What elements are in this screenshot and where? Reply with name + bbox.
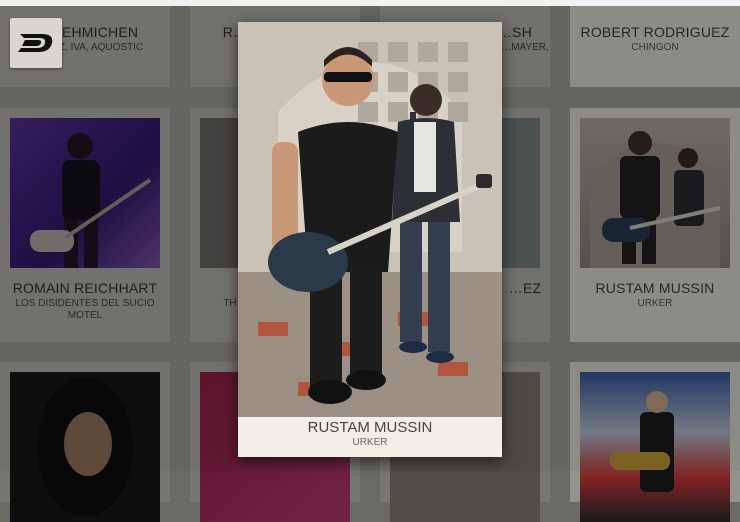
modal-photo-art xyxy=(238,22,502,417)
artist-modal: RUSTAM MUSSIN URKER xyxy=(238,22,502,457)
modal-artist-name: RUSTAM MUSSIN xyxy=(307,419,433,436)
modal-artist-photo xyxy=(238,22,502,417)
d-letter-logo-icon[interactable] xyxy=(10,18,62,68)
modal-artist-band: URKER xyxy=(352,437,388,448)
top-bar xyxy=(0,0,740,6)
